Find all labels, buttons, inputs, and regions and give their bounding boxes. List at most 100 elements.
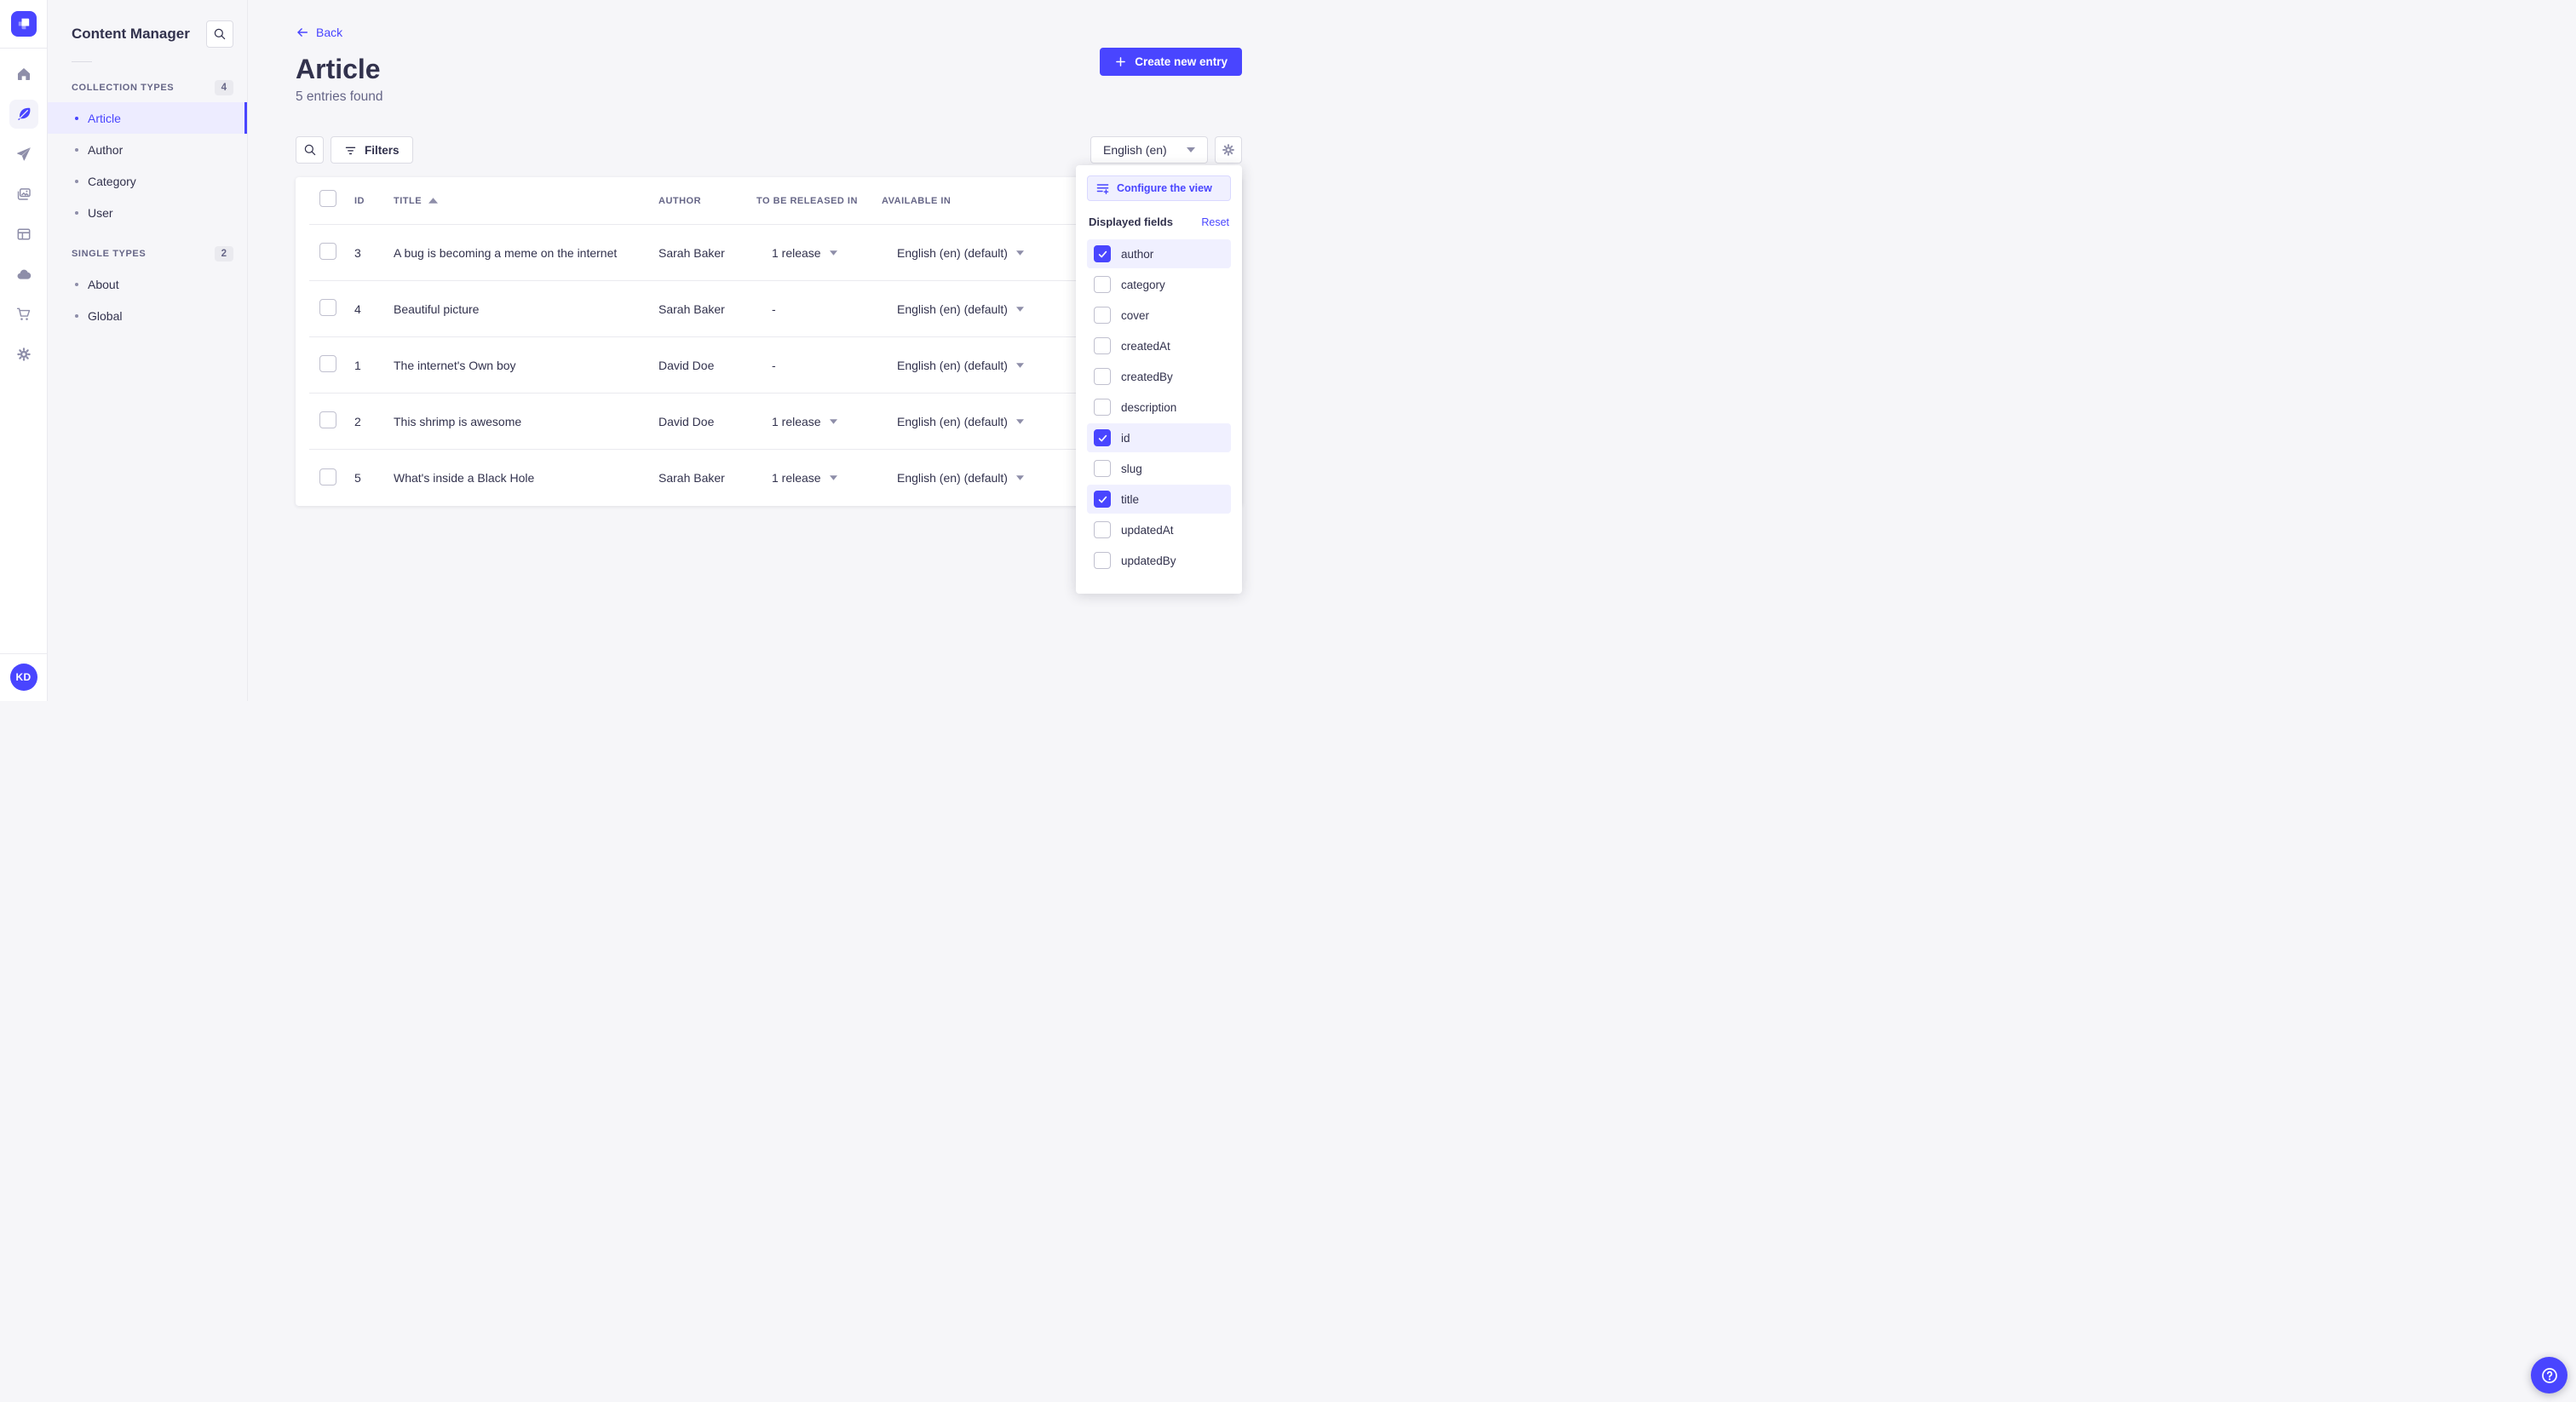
field-toggle-row[interactable]: createdAt: [1087, 331, 1231, 360]
field-toggle-row[interactable]: category: [1087, 270, 1231, 299]
back-link[interactable]: Back: [296, 26, 342, 39]
field-toggle-row[interactable]: updatedAt: [1087, 515, 1231, 544]
cell-author: Sarah Baker: [658, 471, 725, 485]
sidebar-item[interactable]: About: [48, 268, 247, 300]
field-checkbox[interactable]: [1094, 552, 1111, 569]
column-header-author: AUTHOR: [658, 195, 702, 206]
release-value: 1 release: [772, 414, 821, 428]
field-checkbox[interactable]: [1094, 368, 1111, 385]
field-label: updatedBy: [1121, 554, 1176, 567]
sidebar-item[interactable]: User: [48, 197, 247, 228]
field-label: createdAt: [1121, 339, 1170, 353]
field-label: description: [1121, 400, 1177, 414]
field-checkbox[interactable]: [1094, 491, 1111, 508]
field-toggle-row[interactable]: author: [1087, 239, 1231, 268]
check-icon: [1098, 496, 1107, 503]
sidebar-item[interactable]: Global: [48, 300, 247, 331]
locale-select[interactable]: English (en): [1090, 136, 1208, 164]
cell-title: Beautiful picture: [394, 302, 480, 316]
settings-icon[interactable]: [9, 340, 38, 369]
field-toggle-row[interactable]: updatedBy: [1087, 546, 1231, 575]
chevron-down-icon: [829, 250, 837, 256]
strapi-logo[interactable]: [10, 11, 37, 37]
row-checkbox[interactable]: [319, 355, 336, 372]
reset-link[interactable]: Reset: [1201, 216, 1229, 228]
field-toggle-row[interactable]: description: [1087, 393, 1231, 422]
search-button[interactable]: [296, 136, 324, 164]
cloud-icon[interactable]: [9, 260, 38, 289]
marketplace-icon[interactable]: [9, 300, 38, 329]
content-manager-icon[interactable]: [9, 100, 38, 129]
field-checkbox[interactable]: [1094, 399, 1111, 416]
field-toggle-row[interactable]: title: [1087, 485, 1231, 514]
locale-value: English (en): [1103, 143, 1167, 157]
sidebar-item[interactable]: Article: [48, 102, 247, 134]
configure-the-view-button[interactable]: Configure the view: [1087, 175, 1231, 201]
field-toggle-row[interactable]: createdBy: [1087, 362, 1231, 391]
available-value: English (en) (default): [897, 414, 1008, 428]
check-icon: [1098, 434, 1107, 441]
row-checkbox[interactable]: [319, 243, 336, 260]
create-new-entry-button[interactable]: Create new entry: [1100, 48, 1242, 76]
row-checkbox[interactable]: [319, 411, 336, 428]
sidebar-item-label: Category: [88, 174, 136, 188]
sidebar-divider: [72, 61, 92, 62]
cell-to-be-released-in[interactable]: -: [756, 302, 882, 316]
field-toggle-row[interactable]: cover: [1087, 301, 1231, 330]
cell-author: Sarah Baker: [658, 302, 725, 316]
cell-author: Sarah Baker: [658, 245, 725, 260]
sidebar-title: Content Manager: [72, 26, 190, 42]
chevron-down-icon: [1015, 250, 1024, 256]
field-label: id: [1121, 431, 1130, 445]
select-all-checkbox[interactable]: [319, 190, 336, 207]
configure-view-label: Configure the view: [1117, 182, 1212, 194]
column-header-id: ID: [354, 195, 365, 206]
cell-to-be-released-in[interactable]: 1 release: [756, 246, 882, 260]
cell-to-be-released-in[interactable]: 1 release: [756, 415, 882, 428]
cell-title: What's inside a Black Hole: [394, 471, 535, 485]
row-checkbox[interactable]: [319, 468, 336, 486]
chevron-down-icon: [1015, 418, 1024, 424]
view-settings-button[interactable]: [1215, 136, 1242, 164]
cell-title: The internet's Own boy: [394, 358, 516, 372]
bullet-icon: [75, 179, 78, 183]
help-button[interactable]: [2531, 1357, 2567, 1393]
field-toggle-row[interactable]: id: [1087, 423, 1231, 452]
collection-types-list: Article Author Category User: [48, 102, 247, 228]
sidebar-item[interactable]: Author: [48, 134, 247, 165]
bullet-icon: [75, 282, 78, 286]
search-icon: [304, 144, 315, 156]
field-label: title: [1121, 492, 1140, 506]
media-library-icon[interactable]: [9, 180, 38, 209]
home-icon[interactable]: [9, 60, 38, 89]
cell-id: 2: [354, 414, 361, 428]
field-checkbox[interactable]: [1094, 429, 1111, 446]
field-checkbox[interactable]: [1094, 337, 1111, 354]
section-count-badge: 2: [214, 246, 233, 261]
gear-icon: [1222, 144, 1234, 156]
releases-icon[interactable]: [9, 140, 38, 169]
cell-title: A bug is becoming a meme on the internet: [394, 245, 618, 260]
layout-icon[interactable]: [9, 220, 38, 249]
cell-id: 5: [354, 471, 361, 485]
arrow-left-icon: [297, 28, 308, 37]
row-checkbox[interactable]: [319, 299, 336, 316]
cell-to-be-released-in[interactable]: 1 release: [756, 471, 882, 485]
user-avatar[interactable]: KD: [9, 664, 37, 691]
filters-button[interactable]: Filters: [331, 136, 413, 164]
section-label: SINGLE TYPES: [72, 249, 147, 259]
sidebar-search-button[interactable]: [206, 20, 233, 48]
field-checkbox[interactable]: [1094, 245, 1111, 262]
column-header-title[interactable]: TITLE: [394, 196, 658, 206]
field-label: slug: [1121, 462, 1142, 475]
field-checkbox[interactable]: [1094, 307, 1111, 324]
cell-to-be-released-in[interactable]: -: [756, 359, 882, 372]
sidebar-item[interactable]: Category: [48, 165, 247, 197]
field-checkbox[interactable]: [1094, 276, 1111, 293]
chevron-down-icon: [829, 475, 837, 480]
chevron-down-icon: [1015, 475, 1024, 480]
field-toggle-row[interactable]: slug: [1087, 454, 1231, 483]
field-checkbox[interactable]: [1094, 460, 1111, 477]
cell-id: 4: [354, 302, 361, 316]
field-checkbox[interactable]: [1094, 521, 1111, 538]
